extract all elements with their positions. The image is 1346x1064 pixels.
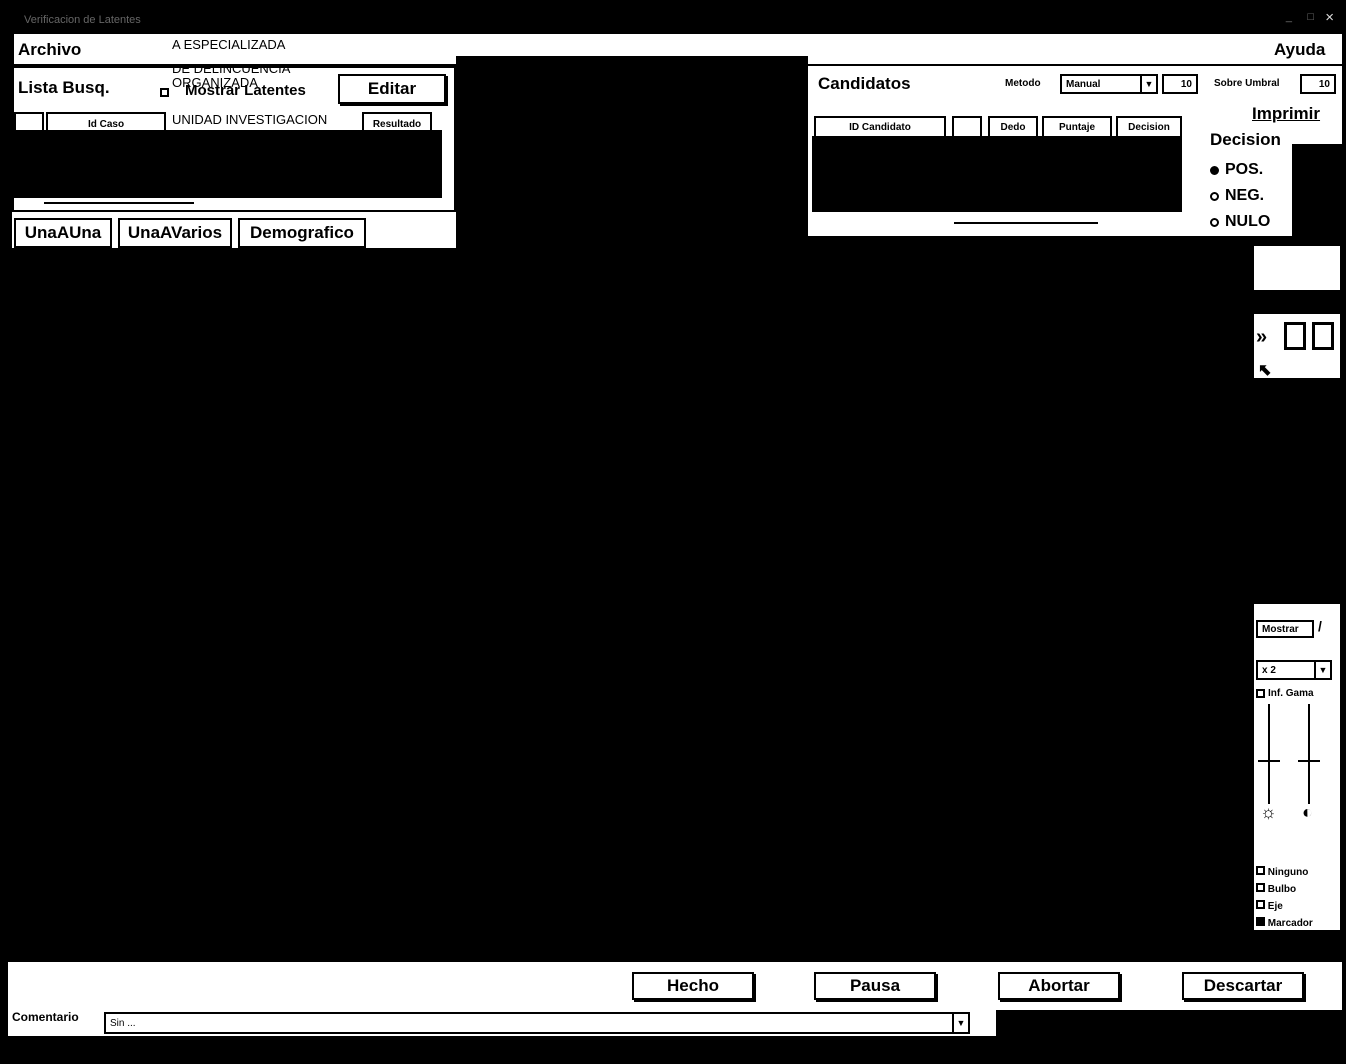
- invert-gamma-toggle[interactable]: Inf. Gama: [1256, 688, 1314, 699]
- overlay-core-option[interactable]: Bulbo: [1256, 881, 1313, 898]
- threshold-label: Sobre Umbral: [1214, 78, 1280, 89]
- candidate-id-header[interactable]: ID Candidato: [814, 116, 946, 138]
- overlay-core-label: Bulbo: [1267, 884, 1297, 895]
- case-header-line: UNIDAD INVESTIGACION: [172, 112, 328, 127]
- fast-forward-icon[interactable]: »: [1256, 326, 1267, 349]
- blank-header: [952, 116, 982, 138]
- overlay-axis-option[interactable]: Eje: [1256, 898, 1313, 915]
- method-label: Metodo: [1005, 78, 1041, 89]
- contrast-icon: ◐: [1302, 802, 1313, 822]
- tool-row-top: [1254, 246, 1340, 290]
- show-select[interactable]: Mostrar: [1256, 620, 1314, 638]
- decision-neg-radio[interactable]: NEG.: [1210, 187, 1264, 205]
- status-bar: [0, 1036, 1346, 1064]
- decision-pos-label: POS.: [1225, 161, 1264, 178]
- tab-una-a-una[interactable]: UnaAUna: [14, 218, 112, 248]
- decision-null-radio[interactable]: NULO: [1210, 213, 1270, 231]
- latent-preview: [456, 56, 808, 236]
- menu-file[interactable]: Archivo: [18, 40, 81, 60]
- show-latents-checkbox[interactable]: [160, 84, 169, 102]
- pause-button[interactable]: Pausa: [814, 972, 936, 1000]
- print-button[interactable]: Imprimir: [1252, 104, 1320, 124]
- brightness-thumb[interactable]: [1258, 760, 1280, 762]
- slash-icon[interactable]: /: [1318, 618, 1322, 634]
- candidate-list-body[interactable]: [812, 136, 1182, 212]
- title-bar: Verificacion de Latentes _ □ ×: [14, 8, 1342, 32]
- invert-gamma-label: Inf. Gama: [1268, 688, 1314, 699]
- decision-header[interactable]: Decision: [1116, 116, 1182, 138]
- show-label: Mostrar: [1262, 623, 1299, 635]
- chevron-down-icon: ▼: [1314, 662, 1330, 678]
- overlay-none-option[interactable]: Ninguno: [1256, 864, 1313, 881]
- finger-header[interactable]: Dedo: [988, 116, 1038, 138]
- menu-help[interactable]: Ayuda: [1274, 40, 1325, 60]
- comments-value: Sin ...: [110, 1017, 136, 1029]
- decision-neg-label: NEG.: [1225, 187, 1265, 204]
- done-button[interactable]: Hecho: [632, 972, 754, 1000]
- candidate-h-scrollbar[interactable]: [954, 214, 1098, 224]
- edit-button[interactable]: Editar: [338, 74, 446, 104]
- discard-button[interactable]: Descartar: [1182, 972, 1304, 1000]
- abort-button[interactable]: Abortar: [998, 972, 1120, 1000]
- contrast-slider[interactable]: [1308, 704, 1310, 804]
- chevron-down-icon: ▼: [1140, 76, 1156, 92]
- decision-label: Decision: [1210, 130, 1281, 149]
- comments-label: Comentario: [12, 1010, 79, 1024]
- contrast-thumb[interactable]: [1298, 760, 1320, 762]
- case-header-line: A ESPECIALIZADA: [172, 37, 286, 52]
- window-title: Verificacion de Latentes: [24, 14, 141, 26]
- next-page-icon[interactable]: [1284, 322, 1306, 350]
- overlay-options: Ninguno Bulbo Eje Marcador: [1256, 864, 1313, 932]
- horizontal-scrollbar[interactable]: [44, 194, 194, 204]
- overlay-marker-label: Marcador: [1267, 918, 1313, 929]
- threshold-field[interactable]: 10: [1300, 74, 1336, 94]
- decision-side-panel: [1292, 144, 1342, 240]
- overlay-none-label: Ninguno: [1267, 867, 1309, 878]
- prev-page-icon[interactable]: [1312, 322, 1334, 350]
- search-list-label: Lista Busq.: [18, 78, 110, 97]
- candidate-count-field[interactable]: 10: [1162, 74, 1198, 94]
- close-icon[interactable]: ×: [1325, 9, 1334, 26]
- maximize-icon[interactable]: □: [1307, 11, 1314, 23]
- method-select[interactable]: Manual ▼: [1060, 74, 1158, 94]
- search-list-body[interactable]: [14, 130, 442, 198]
- case-header: A ESPECIALIZADA: [172, 38, 285, 52]
- show-latents-label: Mostrar Latentes: [185, 82, 306, 99]
- tab-demografico[interactable]: Demografico: [238, 218, 366, 248]
- method-value: Manual: [1066, 78, 1101, 90]
- brightness-icon: ☼: [1260, 802, 1277, 822]
- tab-una-a-varios[interactable]: UnaAVarios: [118, 218, 232, 248]
- zoom-select[interactable]: x 2 ▼: [1256, 660, 1332, 680]
- decision-null-label: NULO: [1225, 213, 1271, 230]
- minimize-icon[interactable]: _: [1286, 11, 1292, 23]
- overlay-axis-label: Eje: [1267, 901, 1283, 912]
- brightness-slider[interactable]: [1268, 704, 1270, 804]
- chevron-down-icon: ▼: [952, 1014, 968, 1032]
- overlay-marker-option[interactable]: Marcador: [1256, 915, 1313, 932]
- image-canvas[interactable]: [0, 248, 1252, 962]
- case-header-line: DE DELINCUENCIA: [172, 61, 291, 76]
- comments-select[interactable]: Sin ... ▼: [104, 1012, 970, 1034]
- decision-pos-radio[interactable]: POS.: [1210, 161, 1263, 179]
- score-header[interactable]: Puntaje: [1042, 116, 1112, 138]
- pointer-icon[interactable]: ⬉: [1258, 360, 1271, 380]
- zoom-value: x 2: [1262, 664, 1276, 676]
- candidates-title: Candidatos: [818, 74, 911, 93]
